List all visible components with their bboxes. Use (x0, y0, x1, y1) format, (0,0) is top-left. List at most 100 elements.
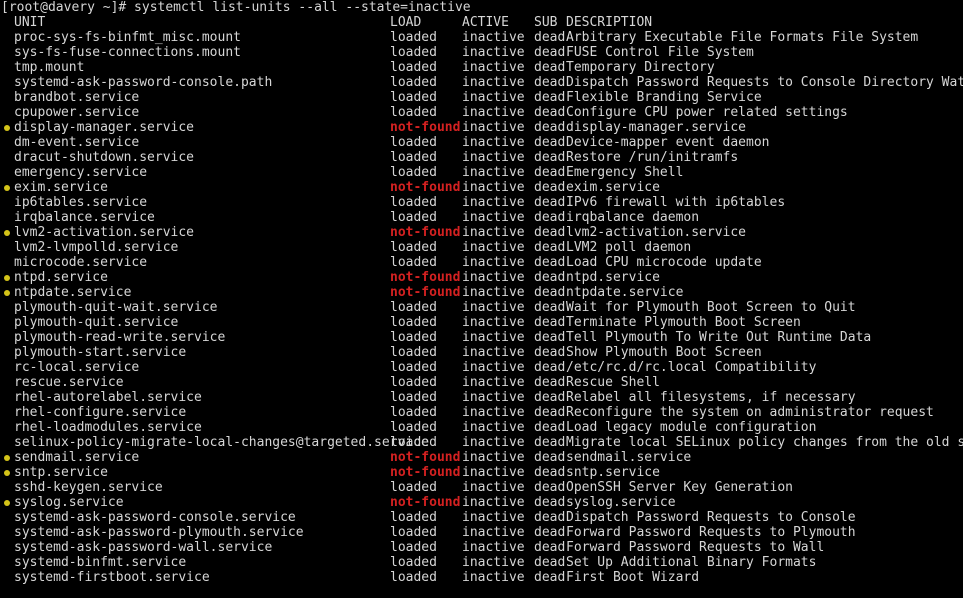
cell-sub: dead (534, 525, 566, 540)
cell-unit: rc-local.service (14, 360, 140, 375)
cell-sub: dead (534, 75, 566, 90)
cell-load: loaded (390, 480, 437, 495)
cell-unit: ntpd.service (14, 270, 108, 285)
cell-active: inactive (462, 165, 525, 180)
cell-load: loaded (390, 540, 437, 555)
table-row: irqbalance.service loaded inactive dead irqb… (0, 210, 963, 225)
table-row: sendmail.service not-found inactive dead sen… (0, 450, 963, 465)
table-row: sys-fs-fuse-connections.mount loaded inact… (0, 45, 963, 60)
cell-load: not-found (390, 120, 461, 135)
cell-sub: dead (534, 120, 566, 135)
cell-unit: plymouth-start.service (14, 345, 187, 360)
table-row: dracut-shutdown.service loaded inactive dea… (0, 150, 963, 165)
cell-load: loaded (390, 360, 437, 375)
cell-sub: dead (534, 285, 566, 300)
cell-sub: dead (534, 375, 566, 390)
cell-active: inactive (462, 150, 525, 165)
cell-description: Dispatch Password Requests to Console Di… (566, 75, 963, 90)
cell-description: IPv6 firewall with ip6tables (566, 195, 786, 210)
cell-description: Show Plymouth Boot Screen (566, 345, 762, 360)
cell-load: loaded (390, 90, 437, 105)
cell-description: ntpdate.service (566, 285, 684, 300)
cell-description: Forward Password Requests to Plymouth (566, 525, 856, 540)
cell-load: loaded (390, 210, 437, 225)
cell-description: Rescue Shell (566, 375, 660, 390)
cell-unit: sshd-keygen.service (14, 480, 163, 495)
cell-description: Wait for Plymouth Boot Screen to Quit (566, 300, 856, 315)
cell-sub: dead (534, 195, 566, 210)
cell-unit: systemd-ask-password-console.service (14, 510, 296, 525)
cell-description: Migrate local SELinux policy changes fro… (566, 435, 963, 450)
cell-unit: plymouth-quit-wait.service (14, 300, 218, 315)
cell-sub: dead (534, 405, 566, 420)
cell-sub: dead (534, 345, 566, 360)
cell-sub: dead (534, 420, 566, 435)
cell-load: loaded (390, 240, 437, 255)
terminal-window[interactable]: [root@davery ~]# systemctl list-units --… (0, 0, 963, 598)
cell-load: not-found (390, 465, 461, 480)
table-row: plymouth-read-write.service loaded inactiv… (0, 330, 963, 345)
cell-sub: dead (534, 210, 566, 225)
table-row: lvm2-activation.service not-found inactive… (0, 225, 963, 240)
cell-active: inactive (462, 420, 525, 435)
cell-description: Tell Plymouth To Write Out Runtime Data (566, 330, 872, 345)
cell-unit: brandbot.service (14, 90, 140, 105)
cell-active: inactive (462, 375, 525, 390)
cell-load: loaded (390, 570, 437, 585)
cell-load: loaded (390, 435, 437, 450)
cell-active: inactive (462, 30, 525, 45)
cell-description: syslog.service (566, 495, 676, 510)
cell-active: inactive (462, 210, 525, 225)
table-row: plymouth-start.service loaded inactive dead… (0, 345, 963, 360)
cell-sub: dead (534, 135, 566, 150)
cell-load: not-found (390, 225, 461, 240)
cell-description: Load legacy module configuration (566, 420, 817, 435)
cell-description: Relabel all filesystems, if necessary (566, 390, 856, 405)
cell-active: inactive (462, 465, 525, 480)
cell-description: exim.service (566, 180, 660, 195)
cell-sub: dead (534, 255, 566, 270)
cell-load: loaded (390, 30, 437, 45)
cell-description: display-manager.service (566, 120, 747, 135)
cell-active: inactive (462, 405, 525, 420)
cell-description: Configure CPU power related settings (566, 105, 848, 120)
column-header-sub: SUB (534, 15, 558, 30)
column-header-description: DESCRIPTION (566, 15, 653, 30)
cell-unit: plymouth-quit.service (14, 315, 179, 330)
shell-prompt-line: [root@davery ~]# systemctl list-units --… (1, 0, 471, 15)
table-row: sntp.service not-found inactive dead sntp.se… (0, 465, 963, 480)
cell-active: inactive (462, 255, 525, 270)
cell-unit: proc-sys-fs-binfmt_misc.mount (14, 30, 241, 45)
cell-load: loaded (390, 45, 437, 60)
table-row: ip6tables.service loaded inactive dead IPv6 … (0, 195, 963, 210)
cell-load: not-found (390, 495, 461, 510)
cell-description: /etc/rc.d/rc.local Compatibility (566, 360, 817, 375)
table-row: systemd-ask-password-plymouth.service loa… (0, 525, 963, 540)
cell-load: not-found (390, 270, 461, 285)
cell-active: inactive (462, 480, 525, 495)
cell-sub: dead (534, 540, 566, 555)
table-row: systemd-ask-password-wall.service loaded i… (0, 540, 963, 555)
table-row: plymouth-quit.service loaded inactive dead T… (0, 315, 963, 330)
status-dot-icon (4, 230, 10, 236)
cell-description: Emergency Shell (566, 165, 684, 180)
cell-description: Load CPU microcode update (566, 255, 762, 270)
table-row: rescue.service loaded inactive dead Rescue S… (0, 375, 963, 390)
cell-active: inactive (462, 180, 525, 195)
table-row: tmp.mount loaded inactive dead Temporary Dir… (0, 60, 963, 75)
cell-unit: ntpdate.service (14, 285, 132, 300)
cell-unit: rhel-configure.service (14, 405, 187, 420)
cell-description: OpenSSH Server Key Generation (566, 480, 793, 495)
unit-list: proc-sys-fs-binfmt_misc.mount loaded inact… (0, 30, 963, 585)
cell-load: loaded (390, 510, 437, 525)
cell-description: Dispatch Password Requests to Console (566, 510, 856, 525)
cell-load: loaded (390, 330, 437, 345)
cell-sub: dead (534, 435, 566, 450)
cell-description: Reconfigure the system on administrator … (566, 405, 934, 420)
table-row: cpupower.service loaded inactive dead Config… (0, 105, 963, 120)
cell-sub: dead (534, 270, 566, 285)
cell-unit: tmp.mount (14, 60, 85, 75)
cell-load: loaded (390, 300, 437, 315)
cell-description: Temporary Directory (566, 60, 715, 75)
cell-active: inactive (462, 360, 525, 375)
